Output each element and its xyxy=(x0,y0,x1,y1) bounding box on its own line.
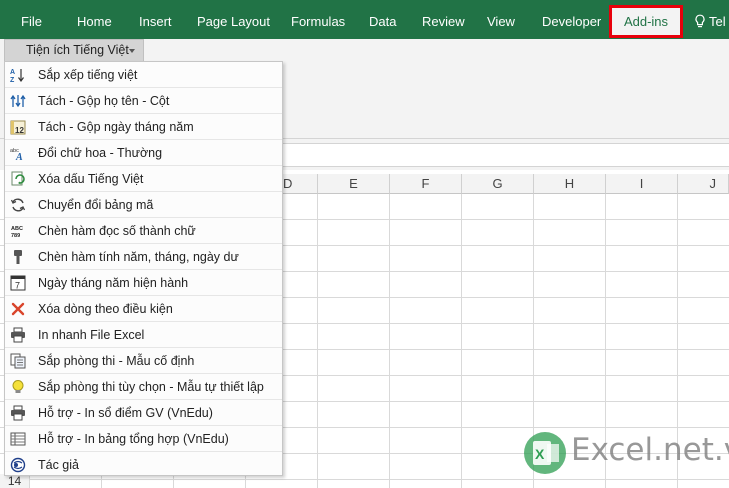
convert-icon xyxy=(10,198,26,212)
menu-item-label: Sắp phòng thi tùy chọn - Mẫu tự thiết lậ… xyxy=(38,380,264,394)
menu-item-quick-print[interactable]: In nhanh File Excel xyxy=(5,322,282,348)
menu-item-label: Xóa dấu Tiếng Việt xyxy=(38,172,144,186)
remove-accent-icon xyxy=(11,171,25,186)
menu-item-exam-custom[interactable]: Sắp phòng thi tùy chọn - Mẫu tự thiết lậ… xyxy=(5,374,282,400)
menu-item-label: Tác giả xyxy=(38,458,79,472)
addin-dropdown-menu: A Z Sắp xếp tiếng việt Tách - Gộp họ tên… xyxy=(4,61,283,476)
tab-insert[interactable]: Insert xyxy=(139,0,172,39)
tab-page-layout[interactable]: Page Layout xyxy=(197,0,270,39)
tab-add-ins-label: Add-ins xyxy=(623,14,669,29)
menu-item-label: Sắp phòng thi - Mẫu cố định xyxy=(38,354,195,368)
menu-item-date-diff-function[interactable]: Chèn hàm tính năm, tháng, ngày dư xyxy=(5,244,282,270)
change-case-icon: abc A xyxy=(10,148,23,161)
menu-item-print-gradebook[interactable]: Hỗ trợ - In sổ điểm GV (VnEdu) xyxy=(5,400,282,426)
menu-item-label: Xóa dòng theo điều kiện xyxy=(38,302,173,316)
printer-icon xyxy=(11,405,25,421)
calendar-icon: 7 xyxy=(10,275,26,291)
lightbulb-icon xyxy=(695,14,705,28)
menu-item-sort-vietnamese[interactable]: A Z Sắp xếp tiếng việt xyxy=(5,62,282,88)
lightbulb-icon xyxy=(12,380,24,393)
menu-item-label: Ngày tháng năm hiện hành xyxy=(38,276,189,290)
number-to-text-icon: ABC 789 xyxy=(11,226,23,239)
menu-item-author[interactable]: Tác giả xyxy=(5,452,282,478)
addin-dropdown-label: Tiện ích Tiếng Việt xyxy=(26,43,129,57)
watermark-text: Excel.net.vn xyxy=(571,432,729,468)
split-merge-icon xyxy=(10,94,26,108)
menu-item-number-to-text[interactable]: ABC 789 Chèn hàm đọc số thành chữ xyxy=(5,218,282,244)
column-header-e[interactable]: E xyxy=(318,174,390,194)
tab-home[interactable]: Home xyxy=(77,0,112,39)
sort-az-icon: A Z xyxy=(10,69,24,83)
column-header-j[interactable]: J xyxy=(678,174,729,194)
menu-item-split-merge-name[interactable]: Tách - Gộp họ tên - Cột xyxy=(5,88,282,114)
tab-review[interactable]: Review xyxy=(422,0,465,39)
svg-text:Z: Z xyxy=(10,77,15,83)
menu-item-print-summary[interactable]: Hỗ trợ - In bảng tổng hợp (VnEdu) xyxy=(5,426,282,452)
tab-developer[interactable]: Developer xyxy=(542,0,601,39)
column-header-g[interactable]: G xyxy=(462,174,534,194)
tab-data[interactable]: Data xyxy=(369,0,396,39)
svg-text:X: X xyxy=(535,446,545,462)
menu-item-label: Sắp xếp tiếng việt xyxy=(38,68,138,82)
calendar-split-icon: 12 xyxy=(10,120,26,135)
menu-item-split-merge-date[interactable]: 12 Tách - Gộp ngày tháng năm xyxy=(5,114,282,140)
table-list-icon xyxy=(10,432,26,446)
copy-pages-icon xyxy=(10,353,26,369)
svg-text:12: 12 xyxy=(15,126,24,135)
column-header-h[interactable]: H xyxy=(534,174,606,194)
menu-item-current-date[interactable]: 7 Ngày tháng năm hiện hành xyxy=(5,270,282,296)
delete-x-icon xyxy=(11,302,25,316)
addin-dropdown-button[interactable]: Tiện ích Tiếng Việt xyxy=(4,39,144,62)
menu-item-label: Hỗ trợ - In sổ điểm GV (VnEdu) xyxy=(38,406,213,420)
menu-item-delete-rows[interactable]: Xóa dòng theo điều kiện xyxy=(5,296,282,322)
tab-formulas[interactable]: Formulas xyxy=(291,0,345,39)
excel-net-vn-watermark: X Excel.net.vn xyxy=(521,428,729,480)
menu-item-label: Chuyển đổi bảng mã xyxy=(38,198,154,212)
column-header-d[interactable]: D xyxy=(283,174,318,194)
author-globe-icon xyxy=(10,457,26,473)
excel-logo-icon: X xyxy=(524,432,566,474)
svg-text:A: A xyxy=(15,152,23,161)
tell-me-box[interactable]: Tel xyxy=(694,0,726,39)
pin-icon xyxy=(14,250,22,264)
column-header-i[interactable]: I xyxy=(606,174,678,194)
tab-add-ins[interactable]: Add-ins xyxy=(609,5,683,38)
menu-item-label: Chèn hàm đọc số thành chữ xyxy=(38,224,196,238)
chevron-down-icon xyxy=(129,49,135,53)
menu-item-exam-fixed[interactable]: Sắp phòng thi - Mẫu cố định xyxy=(5,348,282,374)
menu-item-label: Tách - Gộp họ tên - Cột xyxy=(38,94,170,108)
column-header-f[interactable]: F xyxy=(390,174,462,194)
formula-input[interactable] xyxy=(282,143,729,167)
menu-item-label: Đổi chữ hoa - Thường xyxy=(38,146,163,160)
tell-me-label: Tel xyxy=(709,14,726,29)
menu-item-label: Tách - Gộp ngày tháng năm xyxy=(38,120,194,134)
menu-item-label: Chèn hàm tính năm, tháng, ngày dư xyxy=(38,250,239,264)
printer-icon xyxy=(11,327,25,343)
svg-text:7: 7 xyxy=(15,281,20,291)
menu-item-change-case[interactable]: abc A Đổi chữ hoa - Thường xyxy=(5,140,282,166)
tab-file[interactable]: File xyxy=(21,0,42,39)
menu-item-convert-charset[interactable]: Chuyển đổi bảng mã xyxy=(5,192,282,218)
svg-text:A: A xyxy=(10,69,15,76)
menu-item-remove-accent[interactable]: Xóa dấu Tiếng Việt xyxy=(5,166,282,192)
svg-text:ABC: ABC xyxy=(11,226,23,232)
svg-text:789: 789 xyxy=(11,233,20,239)
menu-item-label: Hỗ trợ - In bảng tổng hợp (VnEdu) xyxy=(38,432,229,446)
tab-view[interactable]: View xyxy=(487,0,515,39)
menu-item-label: In nhanh File Excel xyxy=(38,328,145,342)
ribbon-tab-bar: File Home Insert Page Layout Formulas Da… xyxy=(0,0,729,39)
